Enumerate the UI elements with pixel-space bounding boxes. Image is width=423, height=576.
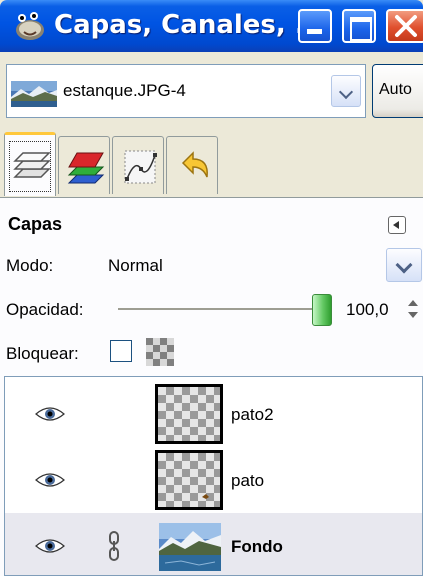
- list-item[interactable]: Fondo: [5, 513, 422, 575]
- eye-icon[interactable]: [35, 471, 65, 489]
- tab-undo-history[interactable]: [166, 136, 218, 194]
- tab-layers[interactable]: [4, 132, 56, 196]
- title-bar[interactable]: Capas, Canales, ...: [0, 0, 423, 52]
- layer-thumbnail: [155, 450, 223, 510]
- lock-alpha-checkbox[interactable]: [110, 340, 132, 362]
- minimize-button[interactable]: [298, 9, 332, 43]
- layers-list[interactable]: pato2 pato Fondo: [4, 376, 423, 576]
- layer-thumbnail: [159, 523, 221, 571]
- dock-tabs: [0, 132, 423, 202]
- image-combo[interactable]: estanque.JPG-4: [6, 64, 366, 118]
- maximize-button[interactable]: [342, 9, 376, 43]
- undo-history-icon: [181, 151, 208, 178]
- paths-icon: [124, 150, 157, 184]
- image-combo-dropdown[interactable]: [331, 75, 361, 107]
- close-icon: [395, 15, 417, 37]
- image-selector-row: estanque.JPG-4 Auto: [0, 56, 423, 132]
- eye-icon[interactable]: [35, 405, 65, 423]
- image-thumbnail: [11, 81, 57, 107]
- layer-thumbnail: [155, 384, 223, 444]
- gimp-icon: [16, 12, 44, 40]
- opacity-label: Opacidad:: [6, 300, 84, 319]
- layer-name[interactable]: pato: [231, 471, 264, 491]
- eye-icon[interactable]: [35, 537, 65, 555]
- channels-icon: [67, 152, 105, 184]
- list-item[interactable]: pato2: [5, 381, 422, 447]
- window-title: Capas, Canales, ...: [54, 10, 325, 40]
- close-button[interactable]: [386, 9, 423, 43]
- tab-paths[interactable]: [112, 136, 164, 194]
- mode-label: Modo:: [6, 256, 54, 275]
- duck-mark-icon: [202, 494, 209, 499]
- list-item[interactable]: pato: [5, 447, 422, 513]
- opacity-spin-button[interactable]: [406, 296, 420, 324]
- chain-link-icon[interactable]: [107, 531, 121, 561]
- layers-panel: Capas Modo: Normal Opacidad: 100,0 Bloqu…: [0, 198, 423, 576]
- mode-select[interactable]: Normal: [108, 256, 163, 276]
- alpha-channel-icon: [146, 338, 174, 366]
- layer-name[interactable]: Fondo: [231, 537, 283, 557]
- opacity-value[interactable]: 100,0: [346, 300, 389, 320]
- layers-icon: [13, 152, 51, 178]
- mode-dropdown-button[interactable]: [386, 248, 422, 282]
- panel-menu-button[interactable]: [388, 216, 406, 234]
- tab-channels[interactable]: [58, 136, 110, 194]
- auto-button[interactable]: Auto: [372, 64, 423, 118]
- panel-title: Capas: [8, 214, 63, 234]
- opacity-slider-track[interactable]: [118, 308, 314, 310]
- opacity-slider-handle[interactable]: [312, 294, 332, 326]
- layer-name[interactable]: pato2: [231, 405, 274, 425]
- lock-label: Bloquear:: [6, 344, 79, 363]
- image-name: estanque.JPG-4: [63, 81, 186, 100]
